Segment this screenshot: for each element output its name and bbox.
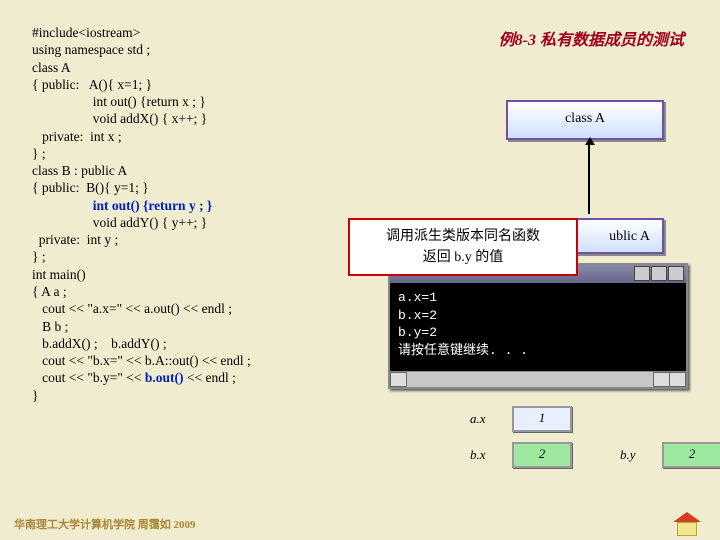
home-icon[interactable] bbox=[672, 498, 702, 526]
variable-table: a.x 1 b.x 2 b.y 2 bbox=[470, 406, 720, 478]
var-cell: 2 bbox=[512, 442, 572, 468]
inheritance-arrow bbox=[588, 140, 590, 214]
scroll-left-icon[interactable] bbox=[390, 372, 407, 387]
source-code: #include<iostream> using namespace std ;… bbox=[32, 24, 251, 404]
min-icon[interactable] bbox=[634, 266, 650, 281]
scroll-right-icon[interactable] bbox=[653, 372, 670, 387]
var-cell: 1 bbox=[512, 406, 572, 432]
annotation-callout: 调用派生类版本同名函数 返回 b.y 的值 bbox=[348, 218, 578, 276]
max-icon[interactable] bbox=[651, 266, 667, 281]
table-row: b.x 2 b.y 2 bbox=[470, 442, 720, 468]
var-label: a.x bbox=[470, 411, 498, 427]
console-output: a.x=1 b.x=2 b.y=2 请按任意键继续. . . bbox=[390, 283, 686, 371]
example-title: 例8-3 私有数据成员的测试 bbox=[499, 26, 684, 50]
var-cell: 2 bbox=[662, 442, 720, 468]
callout-line2: 返回 b.y 的值 bbox=[358, 247, 568, 268]
callout-line1: 调用派生类版本同名函数 bbox=[358, 226, 568, 247]
var-label: b.x bbox=[470, 447, 498, 463]
close-icon[interactable] bbox=[668, 266, 684, 281]
footer-credit: 华南理工大学计算机学院 周霭如 2009 bbox=[14, 516, 196, 532]
console-window: a.x=1 b.x=2 b.y=2 请按任意键继续. . . bbox=[388, 263, 688, 389]
console-scrollbar[interactable] bbox=[390, 371, 686, 387]
var-label: b.y bbox=[620, 447, 648, 463]
table-row: a.x 1 bbox=[470, 406, 720, 432]
scroll-grip-icon[interactable] bbox=[669, 372, 686, 387]
